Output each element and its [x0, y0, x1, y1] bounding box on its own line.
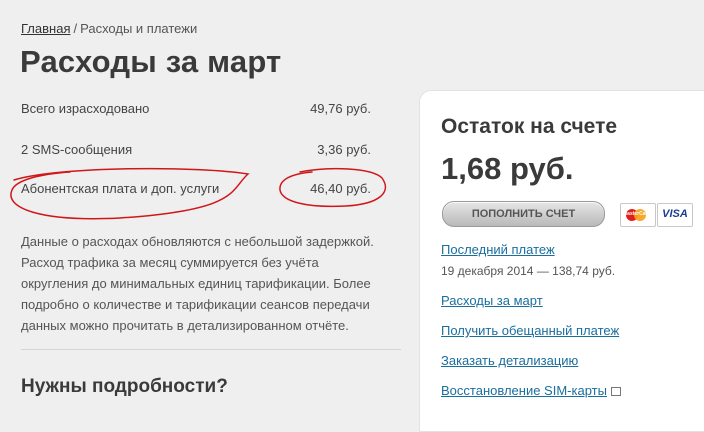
order-details-link[interactable]: Заказать детализацию	[441, 353, 578, 368]
mastercard-logo: MasterCard	[620, 203, 656, 227]
breadcrumb: Главная / Расходы и платежи	[21, 21, 197, 36]
breadcrumb-separator: /	[73, 21, 78, 36]
sim-restore-item: Восстановление SIM-карты	[441, 383, 621, 398]
mastercard-text: MasterCard	[623, 211, 651, 217]
balance-panel: Остаток на счете 1,68 руб. ПОПОЛНИТЬ СЧЕ…	[419, 90, 704, 432]
details-heading: Нужны подробности?	[21, 376, 228, 397]
divider	[21, 349, 401, 350]
breadcrumb-home-link[interactable]: Главная	[21, 21, 70, 36]
expense-row-sms: 2 SMS-сообщения 3,36 руб.	[21, 142, 371, 160]
expense-label: 2 SMS-сообщения	[21, 142, 133, 157]
balance-title: Остаток на счете	[441, 115, 618, 138]
expense-value: 46,40 руб.	[310, 181, 371, 196]
topup-button[interactable]: ПОПОЛНИТЬ СЧЕТ	[442, 201, 605, 227]
page-title: Расходы за март	[20, 44, 282, 79]
expense-row-total: Всего израсходовано 49,76 руб.	[21, 101, 371, 119]
expense-note: Данные о расходах обновляются с небольшо…	[21, 234, 374, 333]
expense-row-subscription: Абонентская плата и доп. услуги 46,40 ру…	[21, 181, 371, 199]
last-payment-info: 19 декабря 2014 — 138,74 руб.	[441, 264, 616, 278]
expense-label: Абонентская плата и доп. услуги	[21, 181, 220, 196]
breadcrumb-current: Расходы и платежи	[80, 21, 198, 36]
expenses-march-link[interactable]: Расходы за март	[441, 293, 543, 308]
expense-value: 3,36 руб.	[317, 142, 371, 157]
visa-logo: VISA	[657, 203, 693, 227]
visa-text: VISA	[662, 208, 688, 220]
expense-label: Всего израсходовано	[21, 101, 150, 116]
promised-payment-link[interactable]: Получить обещанный платеж	[441, 323, 619, 338]
last-payment-link[interactable]: Последний платеж	[441, 242, 555, 257]
sim-restore-link[interactable]: Восстановление SIM-карты	[441, 383, 607, 398]
balance-amount: 1,68 руб.	[441, 151, 574, 186]
expense-value: 49,76 руб.	[310, 101, 371, 116]
external-window-icon	[610, 387, 621, 396]
